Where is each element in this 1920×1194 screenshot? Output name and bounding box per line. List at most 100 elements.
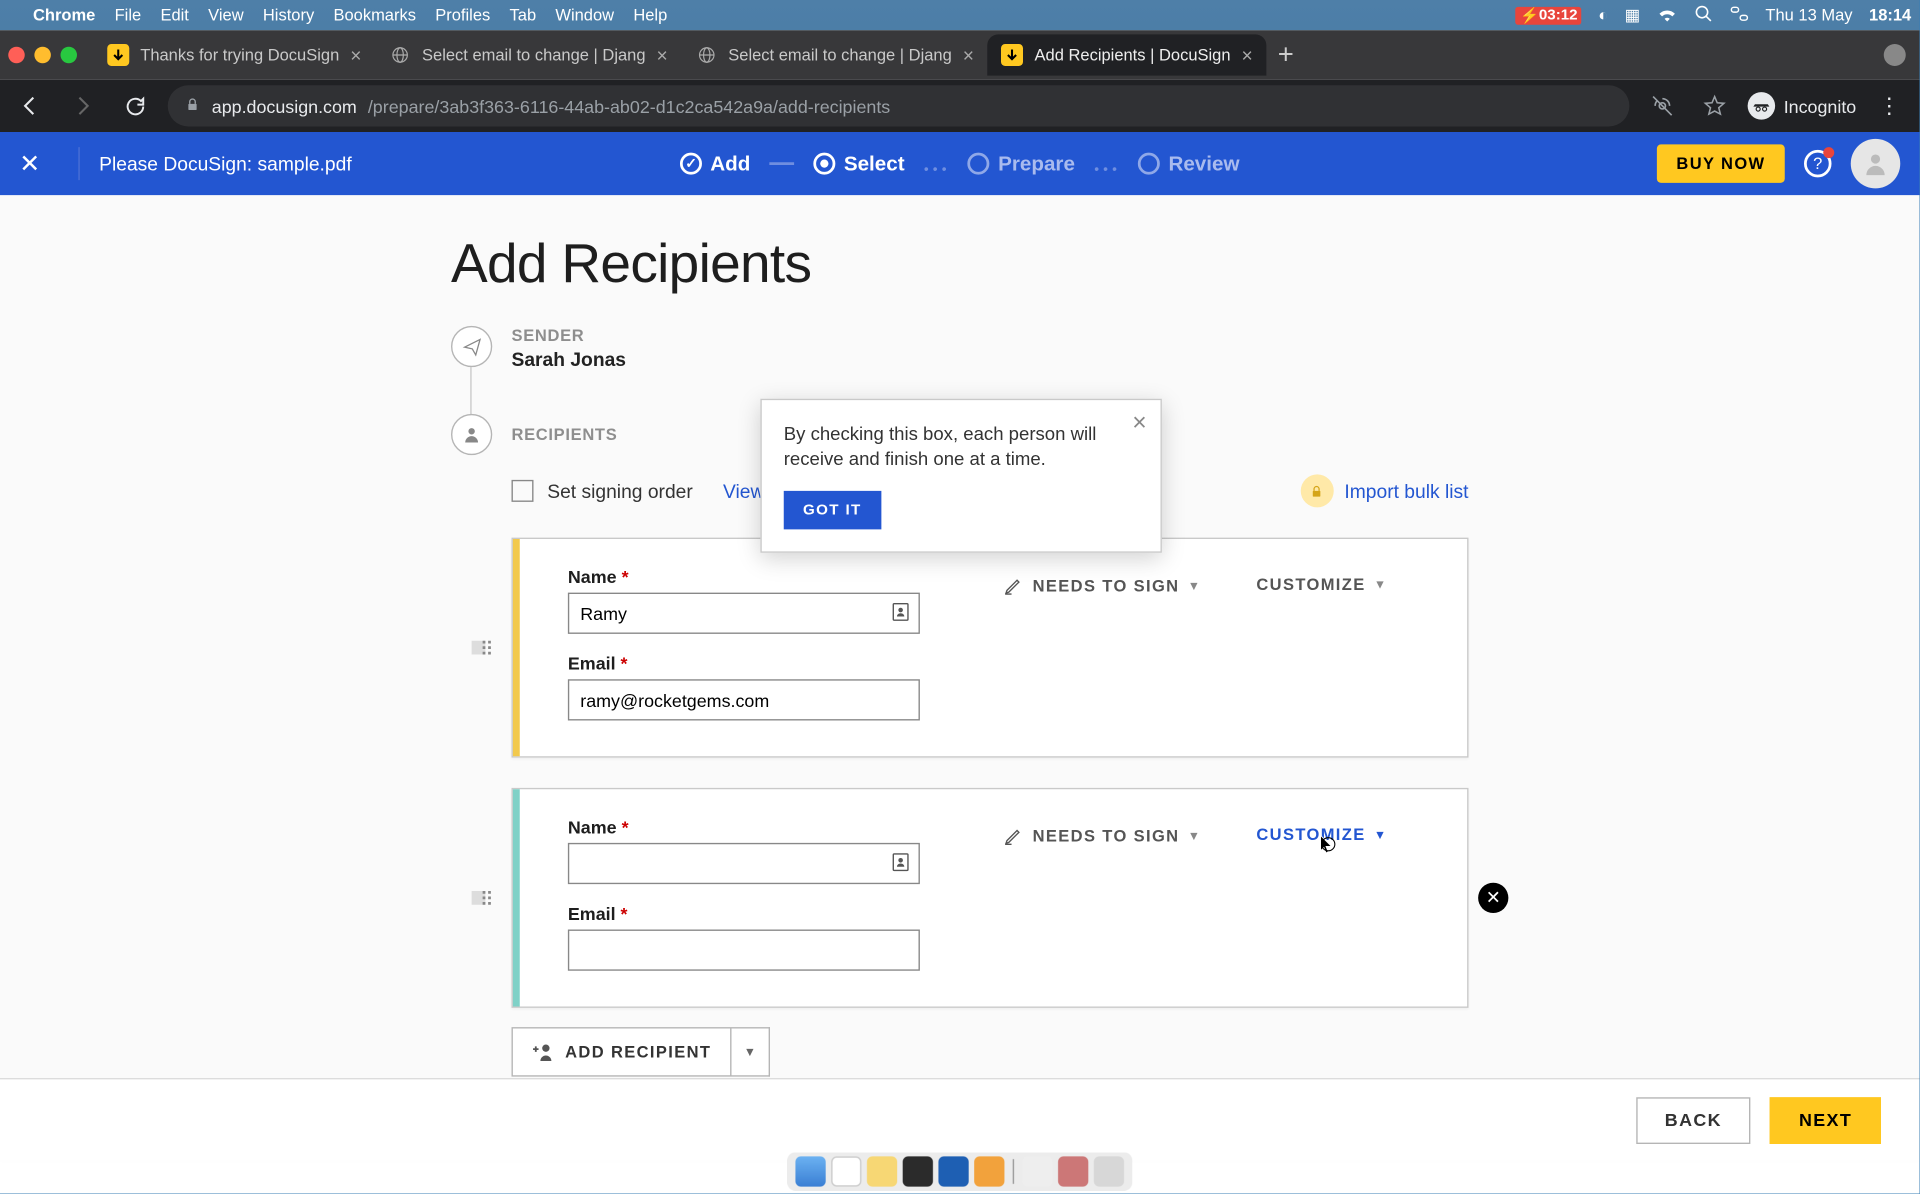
- back-button[interactable]: [11, 87, 50, 126]
- browser-tab-1[interactable]: Select email to change | Djang ×: [375, 34, 681, 75]
- dock-trash-icon[interactable]: [1094, 1156, 1124, 1186]
- drag-handle-icon[interactable]: [483, 641, 486, 655]
- view-link[interactable]: View: [723, 480, 764, 502]
- tab-close-icon[interactable]: ×: [657, 44, 668, 66]
- menu-profiles[interactable]: Profiles: [435, 6, 490, 25]
- close-prepare-button[interactable]: ✕: [19, 149, 40, 178]
- tab-close-icon[interactable]: ×: [350, 44, 361, 66]
- step-review[interactable]: Review: [1138, 152, 1239, 175]
- chrome-menu-icon[interactable]: ⋮: [1870, 87, 1909, 126]
- lock-icon: [1300, 474, 1333, 507]
- step-select[interactable]: Select: [814, 152, 905, 175]
- battery-status[interactable]: ⚡03:12: [1516, 6, 1582, 24]
- spotlight-icon[interactable]: [1694, 3, 1713, 26]
- status-icon-2[interactable]: ▦: [1625, 6, 1641, 25]
- status-icon-1[interactable]: ◐: [1598, 6, 1608, 25]
- dock-chrome-icon[interactable]: [831, 1156, 861, 1186]
- menu-tab[interactable]: Tab: [510, 6, 537, 25]
- recipient-email-input[interactable]: [568, 930, 920, 971]
- menu-view[interactable]: View: [208, 6, 243, 25]
- help-icon[interactable]: ?: [1804, 150, 1832, 178]
- browser-tab-2[interactable]: Select email to change | Djang ×: [682, 34, 988, 75]
- remove-recipient-button[interactable]: ✕: [1478, 883, 1508, 913]
- dock-app-icon[interactable]: [1058, 1156, 1088, 1186]
- needs-to-sign-dropdown[interactable]: NEEDS TO SIGN▼: [1002, 825, 1201, 847]
- menubar-app[interactable]: Chrome: [33, 6, 95, 25]
- tab-title: Thanks for trying DocuSign: [140, 45, 339, 64]
- wifi-icon[interactable]: [1657, 5, 1678, 26]
- browser-tab-3[interactable]: Add Recipients | DocuSign ×: [988, 34, 1267, 75]
- tab-close-icon[interactable]: ×: [1242, 44, 1253, 66]
- mac-dock[interactable]: [787, 1152, 1132, 1191]
- menu-help[interactable]: Help: [633, 6, 667, 25]
- tab-close-icon[interactable]: ×: [963, 44, 974, 66]
- bookmark-star-icon[interactable]: [1696, 87, 1735, 126]
- browser-tabstrip: Thanks for trying DocuSign × Select emai…: [0, 30, 1920, 80]
- dock-notes-icon[interactable]: [867, 1156, 897, 1186]
- dock-finder-icon[interactable]: [795, 1156, 825, 1186]
- globe-favicon: [695, 44, 717, 66]
- recipients-icon: [451, 414, 492, 455]
- recipient-card-1: ✕ Name * Email *: [512, 788, 1469, 1008]
- needs-to-sign-dropdown[interactable]: NEEDS TO SIGN▼: [1002, 575, 1201, 597]
- dock-app-icon[interactable]: [974, 1156, 1004, 1186]
- dock-terminal-icon[interactable]: [903, 1156, 933, 1186]
- contacts-icon[interactable]: [890, 851, 912, 880]
- recipient-name-input[interactable]: [568, 843, 920, 884]
- menu-window[interactable]: Window: [555, 6, 614, 25]
- menu-bookmarks[interactable]: Bookmarks: [333, 6, 416, 25]
- signing-order-checkbox[interactable]: [512, 480, 534, 502]
- incognito-label: Incognito: [1784, 96, 1857, 117]
- name-label: Name *: [568, 817, 920, 838]
- step-prepare[interactable]: Prepare: [968, 152, 1075, 175]
- recipient-name-input[interactable]: [568, 593, 920, 634]
- sender-name: Sarah Jonas: [512, 348, 626, 370]
- url-path: /prepare/3ab3f363-6116-44ab-ab02-d1c2ca5…: [368, 96, 890, 117]
- browser-tab-0[interactable]: Thanks for trying DocuSign ×: [94, 34, 376, 75]
- menu-file[interactable]: File: [115, 6, 142, 25]
- page-body: Add Recipients SENDER Sarah Jonas: [0, 195, 1920, 1078]
- window-controls[interactable]: [8, 47, 77, 64]
- recipient-email-input[interactable]: [568, 679, 920, 720]
- address-bar[interactable]: app.docusign.com/prepare/3ab3f363-6116-4…: [168, 85, 1630, 126]
- next-button[interactable]: NEXT: [1770, 1097, 1881, 1144]
- tooltip-got-it-button[interactable]: GOT IT: [784, 491, 881, 530]
- contacts-icon[interactable]: [890, 601, 912, 630]
- control-center-icon[interactable]: [1730, 3, 1749, 26]
- extensions-icon[interactable]: [1643, 87, 1682, 126]
- customize-dropdown[interactable]: CUSTOMIZE▼: [1256, 575, 1387, 594]
- add-recipient-dropdown[interactable]: ▼: [732, 1027, 771, 1077]
- signing-order-tooltip: × By checking this box, each person will…: [760, 399, 1162, 554]
- lock-icon: [184, 96, 201, 117]
- tooltip-close-icon[interactable]: ×: [1132, 408, 1146, 437]
- customize-dropdown[interactable]: CUSTOMIZE▼: [1256, 825, 1387, 844]
- docusign-header: ✕ Please DocuSign: sample.pdf Add Select…: [0, 132, 1920, 195]
- menubar-date[interactable]: Thu 13 May: [1765, 6, 1852, 25]
- signing-order-label: Set signing order: [547, 480, 693, 502]
- buy-now-button[interactable]: BUY NOW: [1657, 144, 1785, 183]
- drag-handle-icon[interactable]: [483, 891, 486, 905]
- reload-button[interactable]: [116, 87, 155, 126]
- dock-app-icon[interactable]: [938, 1156, 968, 1186]
- step-add[interactable]: Add: [680, 152, 750, 175]
- browser-toolbar: app.docusign.com/prepare/3ab3f363-6116-4…: [0, 80, 1920, 132]
- page-title: Add Recipients: [451, 234, 1469, 296]
- tab-title: Add Recipients | DocuSign: [1035, 45, 1231, 64]
- import-bulk-list[interactable]: Import bulk list: [1300, 474, 1468, 507]
- add-recipient-button[interactable]: ADD RECIPIENT: [512, 1027, 732, 1077]
- dock-app-icon[interactable]: [1022, 1156, 1052, 1186]
- docusign-favicon: [1002, 44, 1024, 66]
- tab-title: Select email to change | Djang: [728, 45, 952, 64]
- incognito-indicator[interactable]: Incognito: [1748, 92, 1856, 120]
- menu-history[interactable]: History: [263, 6, 314, 25]
- menu-edit[interactable]: Edit: [160, 6, 188, 25]
- recipients-label: RECIPIENTS: [512, 425, 618, 444]
- tab-search-icon[interactable]: [1884, 44, 1906, 66]
- forward-button: [63, 87, 102, 126]
- sender-icon: [451, 326, 492, 367]
- user-avatar[interactable]: [1851, 139, 1901, 189]
- back-button[interactable]: BACK: [1636, 1097, 1751, 1144]
- new-tab-button[interactable]: +: [1267, 36, 1306, 75]
- tooltip-text: By checking this box, each person will r…: [784, 422, 1139, 472]
- menubar-time[interactable]: 18:14: [1869, 6, 1911, 25]
